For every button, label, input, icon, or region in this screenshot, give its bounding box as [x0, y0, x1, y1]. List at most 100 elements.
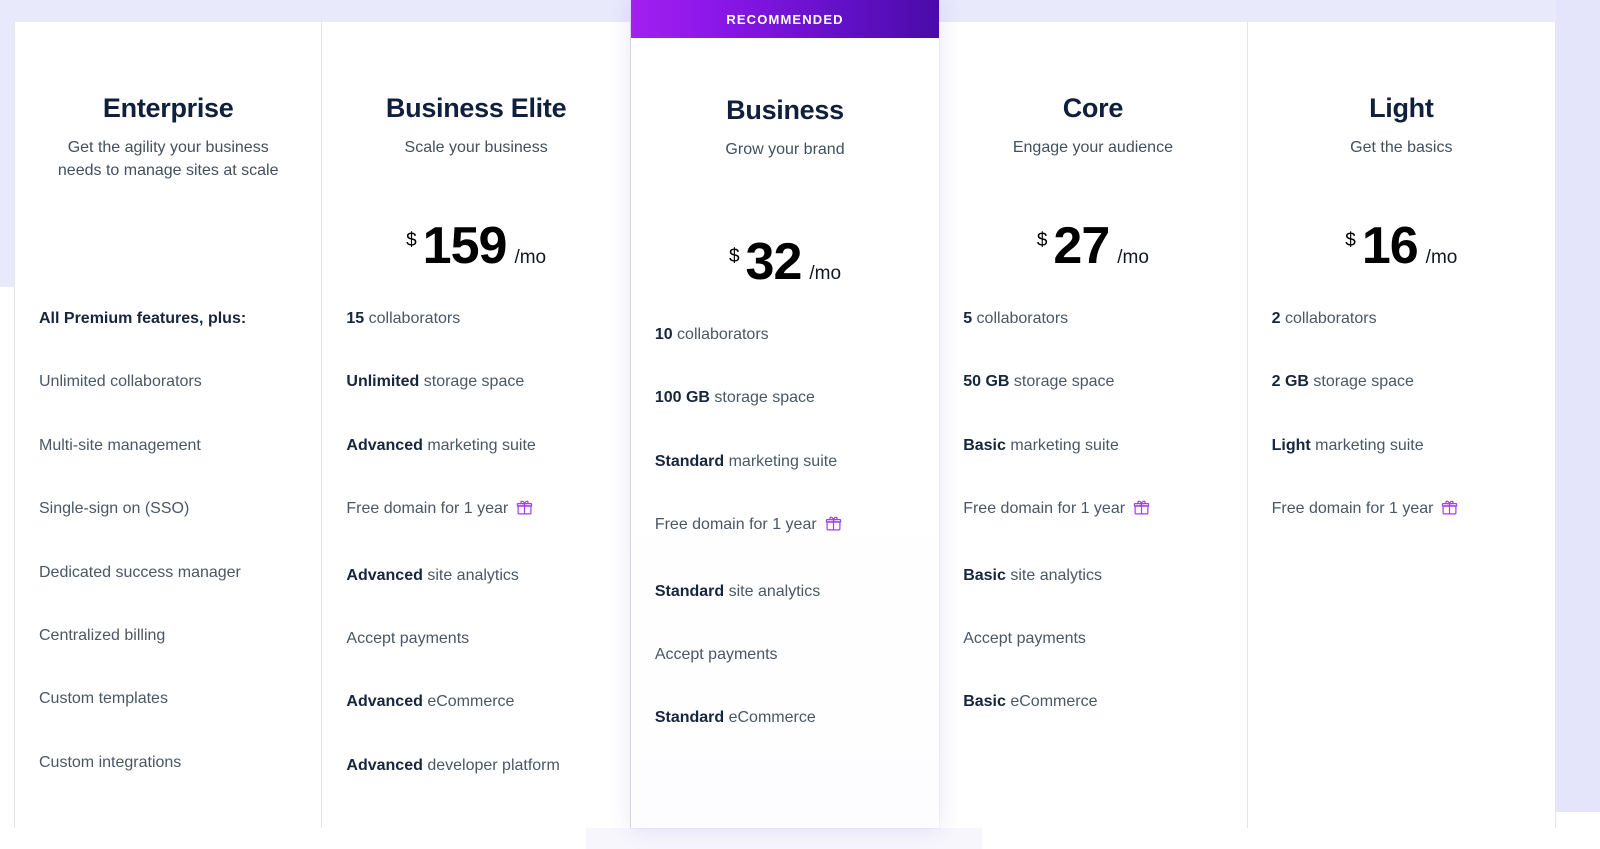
feature-item: Accept payments: [655, 644, 915, 666]
feature-text: developer platform: [422, 756, 560, 774]
feature-strong: All Premium features, plus:: [39, 310, 247, 327]
feature-item: All Premium features, plus:: [39, 308, 297, 330]
feature-text: Centralized billing: [39, 626, 166, 644]
feature-item: Free domain for 1 year: [1272, 498, 1531, 523]
plan-card-business[interactable]: RECOMMENDED Business Grow your brand $32/mo…: [630, 0, 940, 828]
price-period-business: /mo: [809, 263, 842, 284]
feature-text: eCommerce: [422, 693, 515, 711]
plan-tagline-business: Grow your brand: [725, 140, 845, 158]
backdrop-band-right: [1556, 0, 1600, 812]
pricing-plan-table: Enterprise Get the agility your business …: [14, 0, 1557, 828]
feature-text: Dedicated success manager: [39, 563, 241, 581]
feature-text: Accept payments: [654, 645, 778, 663]
feature-text: site analytics: [422, 566, 519, 584]
plan-header-core: Core Engage your audience $27/mo: [963, 22, 1222, 290]
feature-text: Custom integrations: [39, 753, 182, 771]
feature-list-enterprise: All Premium features, plus: Unlimited col…: [39, 290, 297, 774]
plan-name-business: Business: [726, 95, 844, 125]
gift-icon: [1441, 499, 1458, 523]
feature-list-business-elite: 15 collaborators Unlimited storage space A…: [346, 290, 605, 777]
feature-strong: 15: [346, 310, 365, 327]
feature-strong: Basic: [963, 693, 1006, 711]
feature-text: marketing suite: [1005, 436, 1119, 454]
plan-tagline-light: Get the basics: [1350, 138, 1453, 156]
feature-strong: 10: [654, 326, 673, 343]
feature-item: Dedicated success manager: [39, 562, 297, 584]
feature-item: Free domain for 1 year: [963, 498, 1222, 523]
plan-card-core[interactable]: Core Engage your audience $27/mo 5 collabor…: [939, 22, 1248, 828]
feature-text: Accept payments: [346, 629, 470, 647]
feature-item: Basic site analytics: [963, 565, 1222, 587]
feature-item: Centralized billing: [39, 625, 297, 647]
feature-strong: Basic: [963, 566, 1006, 584]
feature-list-business: 10 collaborators 100 GB storage space Stan…: [655, 306, 915, 730]
feature-text: marketing suite: [724, 452, 838, 470]
feature-item: Unlimited storage space: [346, 371, 605, 393]
feature-strong: Standard: [654, 709, 725, 727]
feature-item: 50 GB storage space: [963, 371, 1222, 393]
feature-item: Multi-site management: [39, 435, 297, 457]
feature-list-light: 2 collaborators 2 GB storage space Light m…: [1272, 290, 1531, 524]
feature-strong: Light: [1271, 436, 1311, 454]
recommended-ribbon-label: RECOMMENDED: [726, 11, 844, 27]
feature-text: Free domain for 1 year: [346, 500, 509, 518]
plan-card-business-elite[interactable]: Business Elite Scale your business $159/mo…: [322, 22, 631, 828]
feature-item: 2 collaborators: [1272, 308, 1531, 330]
feature-item: Advanced eCommerce: [346, 691, 605, 713]
feature-item: Single-sign on (SSO): [39, 498, 297, 520]
feature-text: Accept payments: [963, 629, 1086, 647]
feature-item: Basic marketing suite: [963, 435, 1222, 457]
feature-text: collaborators: [972, 310, 1069, 327]
price-currency-light: $: [1345, 230, 1356, 251]
feature-strong: Advanced: [346, 436, 423, 454]
feature-strong: Advanced: [346, 566, 423, 584]
feature-item: Basic eCommerce: [963, 691, 1222, 713]
feature-text: site analytics: [724, 582, 821, 600]
price-currency-business-elite: $: [406, 230, 417, 251]
feature-strong: Unlimited: [346, 373, 420, 391]
feature-text: marketing suite: [422, 436, 536, 454]
price-period-business-elite: /mo: [514, 247, 547, 268]
plan-name-light: Light: [1369, 93, 1434, 123]
feature-item: Standard eCommerce: [655, 707, 915, 729]
plan-tagline-enterprise: Get the agility your business needs to m…: [57, 138, 279, 179]
feature-item: Free domain for 1 year: [346, 498, 605, 523]
plan-price-light: $16/mo: [1272, 220, 1531, 272]
feature-strong: 100 GB: [654, 389, 710, 407]
feature-item: Standard marketing suite: [655, 451, 915, 473]
feature-strong: 2 GB: [1271, 373, 1309, 391]
feature-strong: 50 GB: [963, 373, 1010, 391]
feature-strong: Advanced: [346, 756, 423, 774]
feature-text: eCommerce: [1005, 693, 1098, 711]
feature-item: Unlimited collaborators: [39, 371, 297, 393]
feature-text: collaborators: [364, 310, 461, 327]
feature-item: 15 collaborators: [346, 308, 605, 330]
feature-text: site analytics: [1005, 566, 1102, 584]
feature-item: Accept payments: [346, 628, 605, 650]
feature-text: storage space: [1308, 373, 1414, 391]
feature-strong: 5: [963, 310, 973, 327]
plan-price-business: $32/mo: [655, 236, 915, 288]
feature-item: Standard site analytics: [655, 581, 915, 603]
price-amount-core: 27: [1053, 217, 1110, 275]
plan-name-business-elite: Business Elite: [385, 93, 567, 123]
plan-card-light[interactable]: Light Get the basics $16/mo 2 collaborators…: [1247, 22, 1557, 828]
feature-text: Custom templates: [39, 690, 168, 708]
feature-text: eCommerce: [724, 709, 816, 727]
feature-item: 10 collaborators: [655, 324, 915, 346]
backdrop-band-left: [0, 0, 14, 287]
feature-item: 5 collaborators: [963, 308, 1222, 330]
plan-header-enterprise: Enterprise Get the agility your business …: [39, 22, 297, 290]
feature-item: Custom templates: [39, 688, 297, 710]
plan-name-enterprise: Enterprise: [102, 93, 234, 123]
plan-card-enterprise[interactable]: Enterprise Get the agility your business …: [14, 22, 323, 828]
price-amount-light: 16: [1361, 217, 1419, 275]
feature-text: Unlimited collaborators: [39, 373, 202, 391]
price-amount-business: 32: [745, 233, 803, 291]
feature-item: 100 GB storage space: [655, 387, 915, 409]
price-currency-business: $: [728, 246, 740, 267]
price-currency-core: $: [1036, 230, 1048, 251]
plan-header-light: Light Get the basics $16/mo: [1272, 22, 1531, 290]
feature-strong: Advanced: [346, 693, 423, 711]
feature-item: Accept payments: [963, 628, 1222, 650]
